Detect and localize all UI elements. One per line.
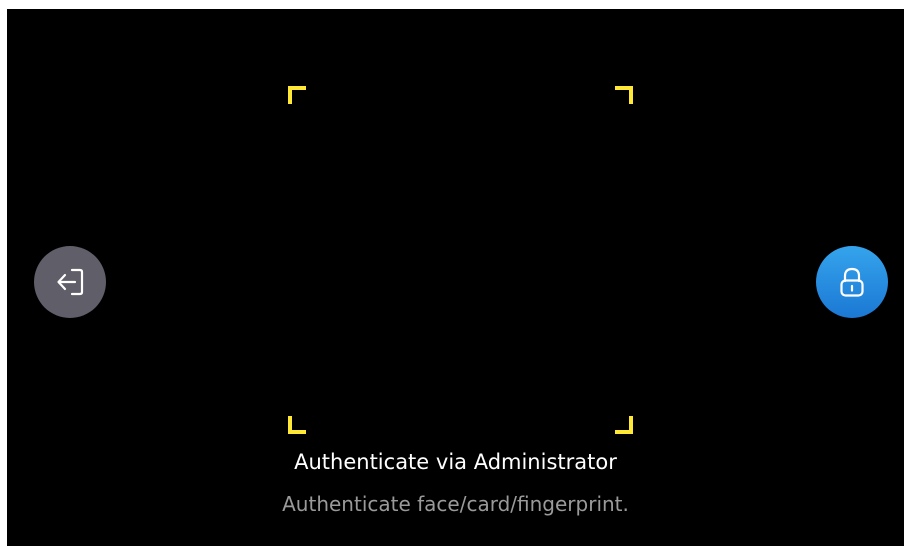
auth-title: Authenticate via Administrator [294,450,617,474]
auth-screen: Authenticate via Administrator Authentic… [7,9,904,546]
exit-arrow-icon [57,268,84,296]
auth-instructions: Authenticate face/card/fingerprint. [282,492,629,516]
lock-icon [840,267,864,297]
face-frame-corner-bottom-left [288,416,306,434]
lock-button[interactable] [816,246,888,318]
face-frame-corner-top-left [288,86,306,104]
exit-button[interactable] [34,246,106,318]
face-frame-corner-top-right [615,86,633,104]
face-frame-corner-bottom-right [615,416,633,434]
